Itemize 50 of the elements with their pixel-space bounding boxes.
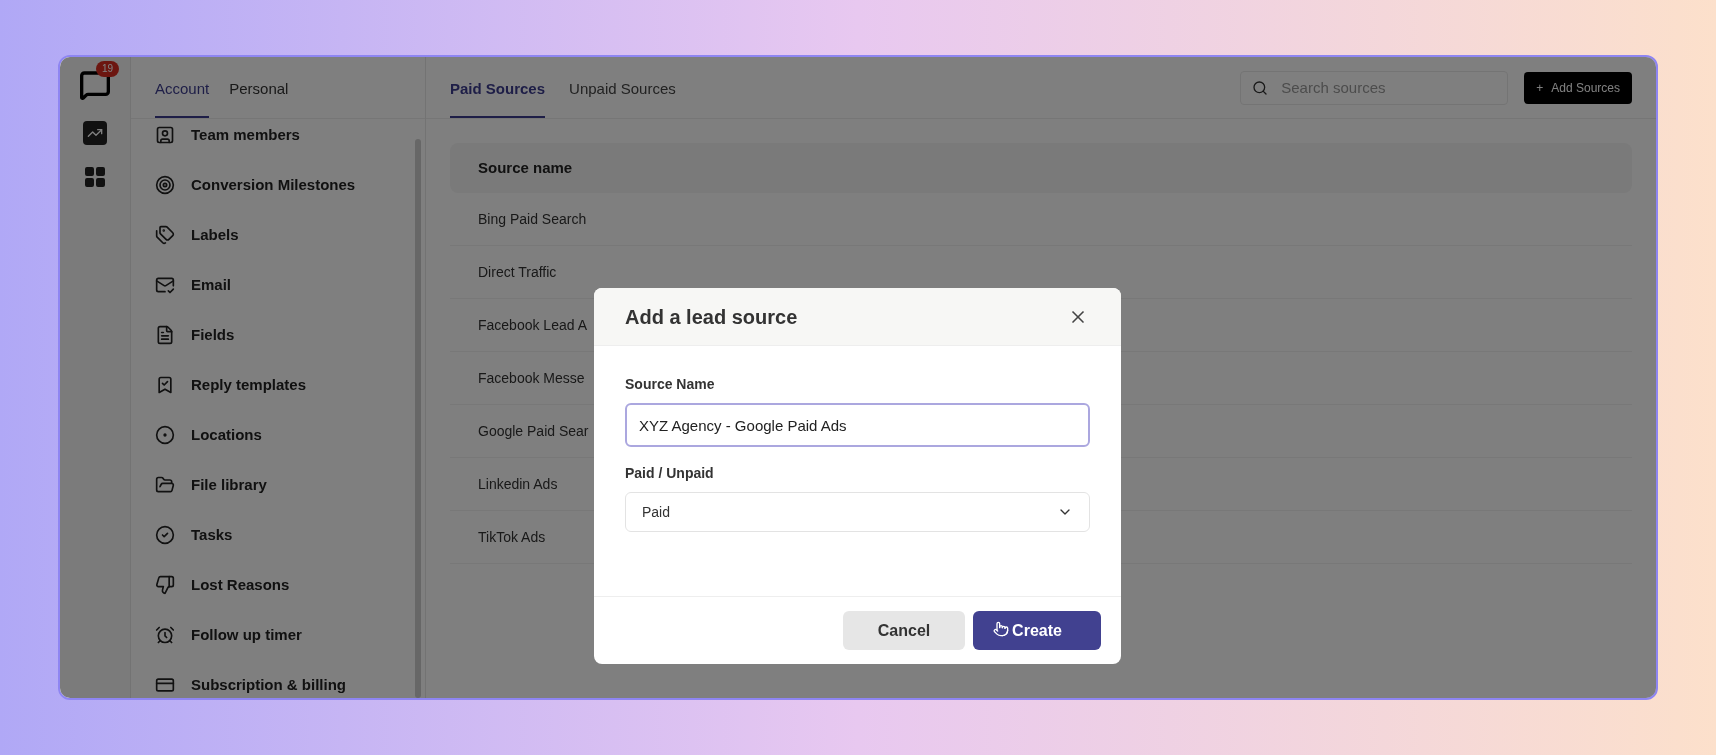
settings-tab[interactable]: Account bbox=[155, 77, 210, 118]
select-field[interactable]: Paid bbox=[625, 492, 1090, 532]
hand-cursor-icon bbox=[993, 621, 1009, 637]
field-label: Source Name bbox=[625, 375, 716, 394]
folder-icon bbox=[155, 475, 175, 495]
source-name-input[interactable]: XYZ Agency - Google Paid Ads bbox=[625, 403, 1090, 447]
table-header: Source name bbox=[450, 143, 1632, 193]
document-icon bbox=[155, 325, 175, 345]
credit-card-icon bbox=[155, 675, 175, 695]
add-sources-button[interactable]: + Add Sources bbox=[1524, 71, 1632, 104]
create-button[interactable]: Create bbox=[973, 611, 1101, 650]
check-circle-icon bbox=[155, 525, 175, 545]
mail-check-icon bbox=[155, 275, 175, 295]
source-tab[interactable]: Unpaid Sources bbox=[569, 77, 676, 118]
source-tab[interactable]: Paid Sources bbox=[450, 77, 546, 118]
settings-menu-item[interactable]: Subscription & billing bbox=[191, 673, 346, 697]
cancel-button[interactable]: Cancel bbox=[843, 611, 965, 650]
settings-menu-item[interactable]: Lost Reasons bbox=[191, 573, 290, 597]
table-cell-text: Linkedin Ads bbox=[478, 474, 558, 494]
settings-tab[interactable]: Personal bbox=[229, 77, 289, 118]
settings-menu-item[interactable]: Fields bbox=[191, 323, 235, 347]
settings-menu-item[interactable]: Labels bbox=[191, 223, 239, 247]
settings-menu-item[interactable]: Tasks bbox=[191, 523, 233, 547]
bookmark-check-icon bbox=[155, 375, 175, 395]
modal-title: Add a lead source bbox=[625, 304, 798, 330]
table-cell-text: Direct Traffic bbox=[478, 262, 557, 282]
settings-menu-item[interactable]: Locations bbox=[191, 423, 262, 447]
apps-icon[interactable] bbox=[83, 165, 107, 189]
settings-menu-item[interactable]: Reply templates bbox=[191, 373, 307, 397]
table-cell-text: Google Paid Sear bbox=[478, 421, 589, 441]
table-cell-text: Facebook Messe bbox=[478, 368, 585, 388]
alarm-clock-icon bbox=[155, 625, 175, 645]
notification-badge: 19 bbox=[95, 61, 119, 77]
table-cell-text: Facebook Lead A bbox=[478, 315, 587, 335]
circle-dot-icon bbox=[155, 425, 175, 445]
table-cell-text: TikTok Ads bbox=[478, 527, 546, 547]
user-square-icon bbox=[155, 125, 175, 145]
tags-icon bbox=[155, 225, 175, 245]
scrollbar[interactable] bbox=[415, 139, 421, 698]
chart-icon[interactable] bbox=[83, 121, 107, 145]
search-icon bbox=[1252, 79, 1269, 96]
settings-menu-item[interactable]: Follow up timer bbox=[191, 623, 302, 647]
settings-menu-item[interactable]: Conversion Milestones bbox=[191, 173, 356, 197]
field-label: Paid / Unpaid bbox=[625, 464, 715, 483]
settings-menu-item[interactable]: File library bbox=[191, 473, 267, 497]
settings-menu-item[interactable]: Email bbox=[191, 273, 232, 297]
target-icon bbox=[155, 175, 175, 195]
table-cell-text: Bing Paid Search bbox=[478, 209, 587, 229]
settings-menu-item[interactable]: Team members bbox=[191, 123, 300, 147]
thumbs-down-icon bbox=[155, 575, 175, 595]
